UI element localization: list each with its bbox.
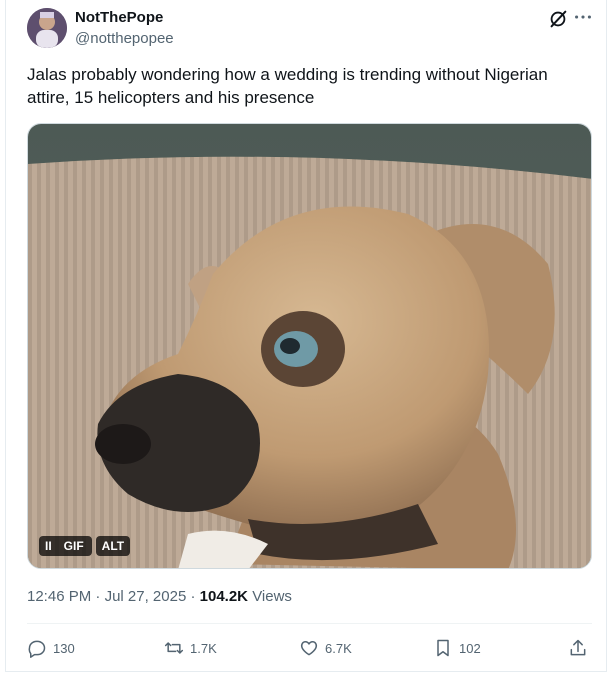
- repost-count: 1.7K: [190, 640, 217, 656]
- tweet-text: Jalas probably wondering how a wedding i…: [27, 65, 548, 107]
- pause-button[interactable]: II: [39, 536, 56, 556]
- share-button[interactable]: [568, 638, 588, 658]
- like-button[interactable]: 6.7K: [299, 638, 352, 658]
- meta-separator: ·: [190, 588, 196, 605]
- bookmark-icon: [437, 639, 449, 657]
- tweet-card: NotThePope @notthepopee Jalas probably w…: [5, 0, 607, 672]
- divider: [27, 623, 592, 624]
- avatar[interactable]: [27, 8, 67, 48]
- views-label: Views: [252, 588, 292, 605]
- reply-button[interactable]: 130: [27, 638, 75, 658]
- gif-media[interactable]: II GIF ALT: [27, 123, 592, 569]
- repost-button[interactable]: 1.7K: [164, 638, 217, 658]
- repost-icon: [164, 642, 184, 654]
- action-bar: 130 1.7K 6.7K 102: [27, 638, 592, 660]
- gif-badge: GIF: [55, 536, 92, 556]
- share-icon: [570, 639, 586, 656]
- more-icon[interactable]: [572, 6, 594, 28]
- author-handle[interactable]: @notthepopee: [75, 30, 174, 47]
- media-badges: II GIF ALT: [39, 536, 131, 556]
- bookmark-count: 102: [459, 640, 481, 656]
- tweet-date[interactable]: Jul 27, 2025: [105, 588, 187, 605]
- alt-text-button[interactable]: ALT: [95, 536, 131, 556]
- bookmark-button[interactable]: 102: [433, 638, 481, 658]
- tweet-meta: 12:46 PM · Jul 27, 2025 · 104.2K Views: [27, 588, 292, 605]
- meta-separator: ·: [95, 588, 101, 605]
- reply-icon: [28, 640, 46, 658]
- views-count: 104.2K: [199, 588, 249, 605]
- tweet-time[interactable]: 12:46 PM: [27, 588, 91, 605]
- like-count: 6.7K: [325, 640, 352, 656]
- author-display-name[interactable]: NotThePope: [75, 9, 163, 26]
- grok-icon[interactable]: [547, 8, 569, 30]
- reply-count: 130: [53, 640, 75, 656]
- like-icon: [300, 641, 318, 656]
- dog-image: [28, 124, 591, 568]
